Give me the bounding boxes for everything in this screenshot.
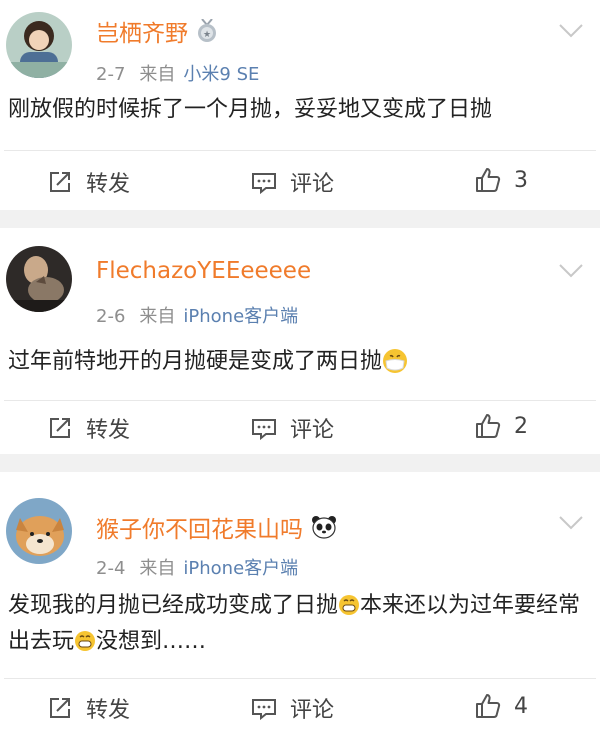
chevron-down-icon[interactable] [558,22,584,40]
medal-badge-icon: ★ [196,19,218,43]
content-text: 发现我的月抛已经成功变成了日抛 [8,593,339,618]
post-separator [0,210,600,228]
post-date: 2-6 [96,306,126,327]
chevron-down-icon[interactable] [558,262,584,280]
comment-icon [250,414,278,442]
post-content: 刚放假的时候拆了一个月抛，妥妥地又变成了日抛 [8,92,586,128]
comment-icon [250,168,278,196]
source-prefix: 来自 [139,558,176,579]
comment-icon [250,694,278,722]
repost-button[interactable]: 转发 [46,412,130,444]
thumbs-up-icon [474,412,502,440]
like-count: 3 [514,167,528,193]
source-prefix: 来自 [139,306,176,327]
content-text: 没想到…… [96,629,207,654]
thumbs-up-icon [474,166,502,194]
username[interactable]: 岂栖齐野 ★ [96,14,218,48]
avatar[interactable] [6,246,72,312]
avatar[interactable] [6,12,72,78]
comment-button[interactable]: 评论 [250,166,334,198]
post-date: 2-7 [96,64,126,85]
like-button[interactable]: 2 [474,412,528,440]
divider [4,400,596,401]
post-meta: 2-4 来自 iPhone客户端 [96,554,298,580]
share-icon [46,168,74,196]
post-content: 过年前特地开的月抛硬是变成了两日抛 [8,344,586,380]
post-card: 猴子你不回花果山吗 2-4 来自 iPhone客户端 发现我的月抛已经成功变成了日抛… [0,472,600,736]
repost-label: 转发 [86,698,131,723]
username-text: 岂栖齐野 [96,21,188,47]
source-prefix: 来自 [139,64,176,85]
post-meta: 2-7 来自 小米9 SE [96,60,259,86]
source-link[interactable]: iPhone客户端 [183,558,298,579]
username[interactable]: FlechazoYEEeeeee [96,258,311,284]
username-text: 猴子你不回花果山吗 [96,517,303,543]
repost-label: 转发 [86,172,131,197]
content-text: 过年前特地开的月抛硬是变成了两日抛 [8,349,383,374]
like-count: 2 [514,413,528,439]
divider [4,678,596,679]
svg-text:★: ★ [203,30,211,40]
post-card: FlechazoYEEeeeee 2-6 来自 iPhone客户端 过年前特地开的月… [0,228,600,454]
masked-face-emoji-icon [382,348,408,374]
username-text: FlechazoYEEeeeee [96,258,312,284]
share-icon [46,414,74,442]
repost-button[interactable]: 转发 [46,692,130,724]
comment-label: 评论 [290,698,335,723]
comment-button[interactable]: 评论 [250,692,334,724]
post-date: 2-4 [96,558,126,579]
like-count: 4 [514,693,528,719]
post-content: 发现我的月抛已经成功变成了日抛 本来还以为过年要经常出去玩 没想到…… [8,588,586,660]
panda-badge-icon [311,515,337,539]
content-text: 刚放假的时候拆了一个月抛，妥妥地又变成了日抛 [8,97,493,122]
repost-label: 转发 [86,418,131,443]
chevron-down-icon[interactable] [558,514,584,532]
post-separator [0,454,600,472]
username[interactable]: 猴子你不回花果山吗 [96,510,337,544]
post-card: 岂栖齐野 ★ 2-7 来自 小米9 SE 刚放假的时候拆了一个月抛，妥妥地又变成了日… [0,0,600,210]
source-link[interactable]: iPhone客户端 [183,306,298,327]
comment-label: 评论 [290,172,335,197]
divider [4,150,596,151]
post-meta: 2-6 来自 iPhone客户端 [96,302,298,328]
avatar[interactable] [6,498,72,564]
comment-button[interactable]: 评论 [250,412,334,444]
thumbs-up-icon [474,692,502,720]
share-icon [46,694,74,722]
repost-button[interactable]: 转发 [46,166,130,198]
grinning-face-emoji-icon [74,628,96,651]
like-button[interactable]: 4 [474,692,528,720]
source-link[interactable]: 小米9 SE [183,64,259,85]
comment-label: 评论 [290,418,335,443]
grinning-face-emoji-icon [338,592,360,615]
like-button[interactable]: 3 [474,166,528,194]
